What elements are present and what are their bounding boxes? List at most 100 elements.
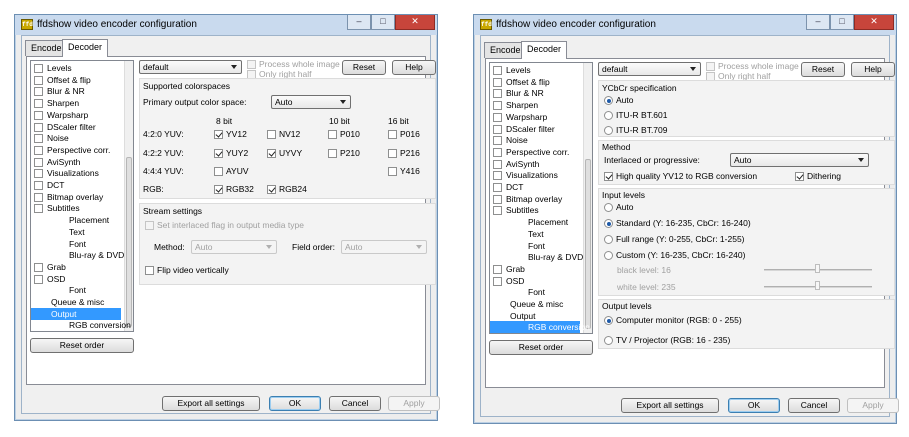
- tree-item[interactable]: Font: [31, 238, 121, 250]
- tree-item[interactable]: Subtitles: [490, 204, 580, 216]
- nv12-checkbox[interactable]: [267, 130, 276, 139]
- tree-item-checkbox[interactable]: [493, 159, 502, 169]
- white-level-thumb[interactable]: [815, 281, 820, 290]
- help-button[interactable]: Help: [851, 62, 895, 77]
- tree-item-checkbox[interactable]: [34, 192, 43, 202]
- output-tv-radio[interactable]: [604, 336, 613, 345]
- left-titlebar[interactable]: ffd ffdshow video encoder configuration …: [15, 15, 437, 35]
- p210-checkbox[interactable]: [328, 149, 337, 158]
- tree-item[interactable]: Sharpen: [31, 97, 121, 109]
- preset-select[interactable]: default: [598, 62, 701, 76]
- tree-item[interactable]: Font: [490, 286, 580, 298]
- tree-item[interactable]: Blur & NR: [490, 87, 580, 99]
- tree-item[interactable]: Offset & flip: [31, 74, 121, 86]
- tree-item[interactable]: Levels: [490, 64, 580, 76]
- close-button[interactable]: ✕: [395, 15, 435, 30]
- tab-decoder[interactable]: Decoder: [62, 39, 109, 57]
- input-custom-radio[interactable]: [604, 251, 613, 260]
- tree-item-checkbox[interactable]: [493, 194, 502, 204]
- tree-item-checkbox[interactable]: [493, 101, 502, 111]
- process-whole-checkbox[interactable]: [706, 62, 715, 71]
- process-whole-checkbox[interactable]: [247, 60, 256, 69]
- tree-item[interactable]: DCT: [31, 179, 121, 191]
- tree-item[interactable]: Bitmap overlay: [490, 193, 580, 205]
- black-level-thumb[interactable]: [815, 264, 820, 273]
- tree-item[interactable]: Blu-ray & DVD: [490, 251, 583, 263]
- rgb24-checkbox[interactable]: [267, 185, 276, 194]
- tree-item[interactable]: Levels: [31, 62, 121, 74]
- tree-item-checkbox[interactable]: [34, 145, 43, 155]
- tree-item[interactable]: Blur & NR: [31, 85, 121, 97]
- tree-item[interactable]: Text: [490, 228, 580, 240]
- tree-item[interactable]: Queue & misc: [490, 298, 580, 310]
- method-select[interactable]: Auto: [191, 240, 277, 254]
- ycbcr-709-radio[interactable]: [604, 126, 613, 135]
- tree-item[interactable]: Grab: [490, 263, 580, 275]
- cancel-button[interactable]: Cancel: [788, 398, 840, 413]
- tree-item[interactable]: Output: [490, 310, 580, 322]
- yv12-checkbox[interactable]: [214, 130, 223, 139]
- tree-item[interactable]: DScaler filter: [31, 121, 121, 133]
- tree-item-checkbox[interactable]: [493, 183, 502, 192]
- help-button[interactable]: Help: [392, 60, 436, 75]
- tree-item[interactable]: Text: [31, 226, 121, 238]
- tree-item[interactable]: Noise: [31, 132, 121, 144]
- tree-item[interactable]: Warpsharp: [31, 109, 121, 121]
- tree-item[interactable]: OSD: [490, 275, 580, 287]
- tree-item-checkbox[interactable]: [34, 181, 43, 190]
- interlaced-select[interactable]: Auto: [730, 153, 869, 167]
- tree-item[interactable]: Font: [490, 240, 580, 252]
- tree-item[interactable]: Perspective corr.: [31, 144, 121, 156]
- tree-item-checkbox[interactable]: [493, 112, 502, 122]
- tree-item-checkbox[interactable]: [34, 274, 43, 284]
- tree-scrollbar[interactable]: [583, 63, 592, 333]
- tree-item[interactable]: DCT: [490, 181, 580, 193]
- tree-item[interactable]: Offset & flip: [490, 76, 580, 88]
- reset-button[interactable]: Reset: [801, 62, 845, 77]
- scrollbar-thumb[interactable]: [126, 157, 132, 327]
- tree-item-checkbox[interactable]: [493, 264, 502, 274]
- tree-item-checkbox[interactable]: [34, 262, 43, 272]
- flip-vertically-checkbox[interactable]: [145, 266, 154, 275]
- primary-output-select[interactable]: Auto: [271, 95, 351, 109]
- set-interlaced-checkbox[interactable]: [145, 221, 154, 230]
- minimize-button[interactable]: –: [347, 15, 371, 30]
- reset-order-button[interactable]: Reset order: [30, 338, 134, 353]
- tree-item[interactable]: Perspective corr.: [490, 146, 580, 158]
- yuy2-checkbox[interactable]: [214, 149, 223, 158]
- maximize-button[interactable]: □: [371, 15, 395, 30]
- reset-button[interactable]: Reset: [342, 60, 386, 75]
- tree-item[interactable]: Bitmap overlay: [31, 191, 121, 203]
- tree-item[interactable]: Visualizations: [31, 167, 121, 179]
- dithering-checkbox[interactable]: [795, 172, 804, 181]
- tree-item-checkbox[interactable]: [493, 206, 502, 216]
- close-button[interactable]: ✕: [854, 15, 894, 30]
- rgb32-checkbox[interactable]: [214, 185, 223, 194]
- tree-item[interactable]: Output: [31, 307, 121, 320]
- right-titlebar[interactable]: ffd ffdshow video encoder configuration …: [474, 15, 896, 35]
- tree-item-checkbox[interactable]: [493, 124, 502, 134]
- tree-item[interactable]: Font: [31, 284, 121, 296]
- minimize-button[interactable]: –: [806, 15, 830, 30]
- filter-tree[interactable]: Levels Offset & flip Blur & NR Sharpen Warps…: [30, 60, 134, 332]
- output-monitor-radio[interactable]: [604, 316, 613, 325]
- tree-item[interactable]: Blu-ray & DVD: [31, 249, 124, 261]
- tree-item[interactable]: Placement: [31, 214, 121, 226]
- p016-checkbox[interactable]: [388, 130, 397, 139]
- tree-item-checkbox[interactable]: [493, 136, 502, 146]
- tree-item-checkbox[interactable]: [34, 134, 43, 144]
- tree-item-checkbox[interactable]: [34, 87, 43, 97]
- tree-item-checkbox[interactable]: [34, 204, 43, 214]
- uyvy-checkbox[interactable]: [267, 149, 276, 158]
- maximize-button[interactable]: □: [830, 15, 854, 30]
- tree-item-checkbox[interactable]: [34, 64, 43, 73]
- tree-item-checkbox[interactable]: [493, 66, 502, 75]
- tree-scrollbar[interactable]: [124, 61, 133, 331]
- ayuv-checkbox[interactable]: [214, 167, 223, 176]
- tab-decoder[interactable]: Decoder: [521, 41, 568, 59]
- preset-select[interactable]: default: [139, 60, 242, 74]
- tree-item[interactable]: Noise: [490, 134, 580, 146]
- tree-item-checkbox[interactable]: [34, 122, 43, 132]
- tree-item-checkbox[interactable]: [493, 89, 502, 99]
- tree-item-checkbox[interactable]: [493, 171, 502, 181]
